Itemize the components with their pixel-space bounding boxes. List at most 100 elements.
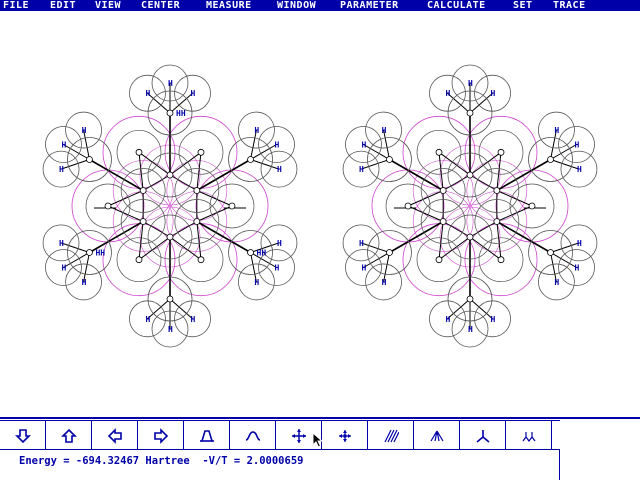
bond-line: [447, 92, 471, 114]
hydrogen-label: H: [468, 325, 473, 334]
carbon-atom: [135, 148, 143, 156]
bond-line: [550, 159, 580, 170]
carbon-atom: [139, 187, 147, 194]
menu-measure[interactable]: MEASURE: [206, 0, 252, 11]
bonds-button[interactable]: [506, 421, 552, 450]
carbon-atom: [135, 256, 143, 264]
arrow-right-button[interactable]: [138, 421, 184, 450]
hydrogen-label: H: [382, 278, 387, 287]
carbon-atom: [435, 256, 443, 264]
hydrogen-label: H: [577, 239, 582, 248]
hydrogen-label: H: [554, 126, 559, 135]
carbon-atom: [528, 202, 536, 210]
hydrogen-label: H: [59, 165, 64, 174]
carbon-atom: [247, 249, 254, 256]
fan-button[interactable]: [414, 421, 460, 450]
hatch-icon: [383, 429, 399, 442]
bond-line: [442, 174, 471, 191]
bond-line: [496, 152, 502, 191]
bond-line: [447, 298, 471, 320]
carbon-atom: [247, 156, 254, 163]
hydrogen-label: H: [145, 89, 150, 98]
bond-line: [438, 221, 444, 260]
menu-edit[interactable]: EDIT: [50, 0, 76, 11]
hatch-button[interactable]: [368, 421, 414, 450]
menu-parameter[interactable]: PARAMETER: [340, 0, 399, 11]
arrow-up-icon: [60, 428, 77, 443]
carbon-atom: [439, 187, 447, 194]
mouse-cursor-icon: [312, 432, 324, 448]
carbon-atom: [166, 233, 174, 241]
hydrogen-label: H: [168, 79, 173, 88]
molecule-viewport[interactable]: H H H HH H H H H H H HH H H H H H H HH H H H H H H H H H H H H H H H H H H H…: [0, 11, 640, 419]
carbon-atom: [386, 156, 393, 163]
hydrogen-label: H: [445, 315, 450, 324]
arrow-right-icon: [153, 427, 168, 444]
hydrogen-label: H: [191, 89, 196, 98]
hydrogen-label: H: [491, 315, 496, 324]
carbon-atom: [193, 218, 201, 225]
menu-window[interactable]: WINDOW: [277, 0, 316, 11]
hydrogen-label: H: [361, 141, 366, 150]
hydrogen-label: H: [254, 278, 259, 287]
toolbar: [0, 420, 560, 450]
bond-line: [360, 242, 390, 253]
carbon-atom: [104, 202, 112, 210]
bond-line: [438, 152, 444, 191]
carbon-atom: [466, 109, 474, 117]
molecule-group: H H H H H H H H H H H H H H H H H H: [342, 64, 598, 348]
menu-trace[interactable]: TRACE: [553, 0, 586, 11]
rotate-x-icon: [199, 429, 214, 442]
carbon-atom: [166, 295, 174, 303]
menu-file[interactable]: FILE: [3, 0, 29, 11]
molecule-group: HHHHHHHHHHHHHHHHHHHHHHHH: [42, 64, 298, 348]
hydrogen-label: H: [468, 79, 473, 88]
arrow-up-button[interactable]: [46, 421, 92, 450]
hydrogen-label: H: [191, 315, 196, 324]
carbon-atom: [193, 187, 201, 194]
carbon-atom: [466, 295, 474, 303]
rotate-x-button[interactable]: [184, 421, 230, 450]
translate-z-icon: [338, 429, 351, 442]
hydrogen-label: H: [254, 126, 259, 135]
rotate-y-button[interactable]: [230, 421, 276, 450]
arrow-down-icon: [14, 428, 31, 443]
bond-line: [138, 152, 144, 191]
bond-line: [360, 159, 390, 170]
bond-line: [196, 152, 202, 191]
bond-line: [142, 221, 171, 238]
menu-view[interactable]: VIEW: [95, 0, 121, 11]
bond-line: [60, 159, 90, 170]
bond-line: [469, 221, 498, 238]
bond-line: [147, 92, 171, 114]
bond-line: [138, 221, 144, 260]
carbon-atom: [547, 156, 554, 163]
hydrogen-label: H: [145, 315, 150, 324]
tripod-button[interactable]: [460, 421, 506, 450]
carbon-atom: [404, 202, 412, 210]
hydrogen-label: H: [59, 239, 64, 248]
menu-calculate[interactable]: CALCULATE: [427, 0, 486, 11]
hydrogen-label: H: [359, 239, 364, 248]
arrow-down-button[interactable]: [0, 421, 46, 450]
hydrogen-label: H: [61, 264, 66, 273]
menu-set[interactable]: SET: [513, 0, 533, 11]
hydrogen-label: H: [554, 278, 559, 287]
carbon-atom: [166, 109, 174, 117]
carbon-atom: [439, 218, 447, 225]
hh-label: HH: [257, 249, 267, 258]
bond-line: [169, 298, 193, 320]
carbon-atom: [466, 233, 474, 241]
menu-center[interactable]: CENTER: [141, 0, 180, 11]
molecule-canvas[interactable]: HHHHHHHHHHHHHHHHHHHHHHHHHHHHHHHHHHHHHHHH…: [0, 11, 640, 417]
hydrogen-label: H: [275, 141, 280, 150]
energy-readout: Energy = -694.32467 Hartree -V/T = 2.000…: [19, 455, 304, 467]
translate-z-button[interactable]: [322, 421, 368, 450]
carbon-atom: [493, 187, 501, 194]
arrow-left-button[interactable]: [92, 421, 138, 450]
hydrogen-label: H: [275, 264, 280, 273]
hh-label: HH: [95, 249, 105, 258]
hh-label: HH: [176, 109, 186, 118]
hydrogen-label: H: [359, 165, 364, 174]
bond-line: [250, 159, 280, 170]
